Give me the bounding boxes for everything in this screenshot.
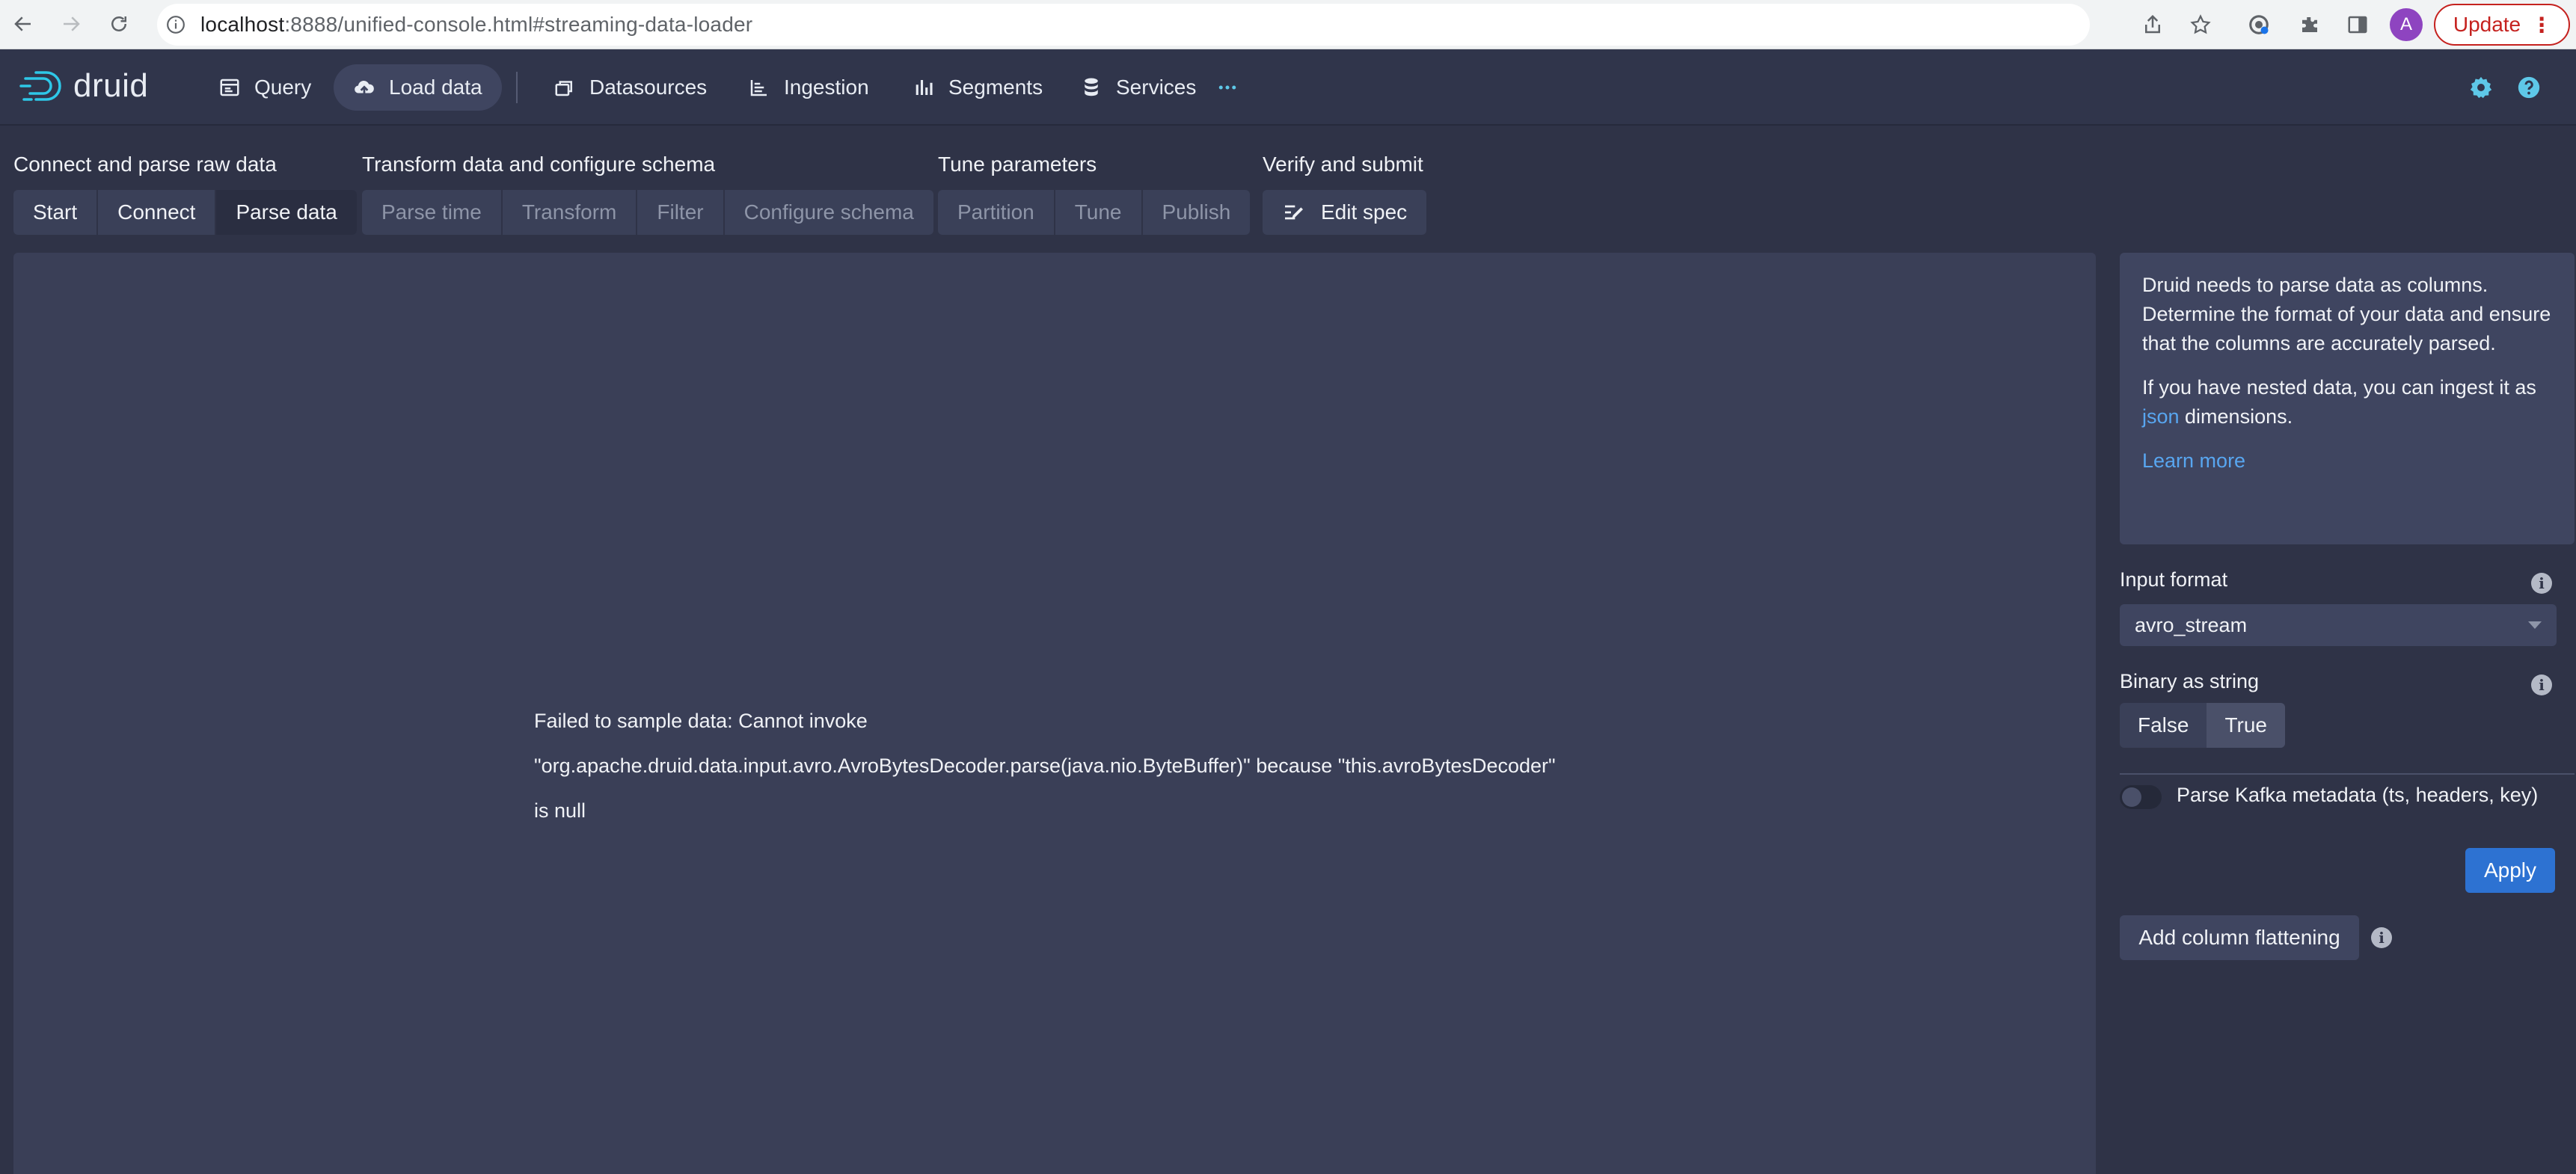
help-icon[interactable] (2515, 73, 2543, 102)
switch-knob (2122, 787, 2141, 807)
extensions-puzzle-icon[interactable] (2293, 8, 2326, 41)
step-group-connect: Connect and parse raw data Start Connect… (13, 150, 357, 235)
apply-button[interactable]: Apply (2465, 848, 2555, 893)
step-group-title: Transform data and configure schema (362, 153, 716, 176)
step-group-title: Verify and submit (1263, 153, 1423, 176)
caret-down-icon (2528, 621, 2542, 629)
step-edit-spec[interactable]: Edit spec (1263, 190, 1426, 235)
input-format-label: Input format (2120, 568, 2228, 591)
nav-ingestion[interactable]: Ingestion (729, 64, 889, 111)
browser-toolbar: localhost:8888/unified-console.html#stre… (0, 0, 2576, 49)
edit-spec-icon (1285, 205, 1303, 220)
side-panel-icon[interactable] (2341, 8, 2374, 41)
druid-logo[interactable]: druid (19, 67, 148, 105)
profile-avatar[interactable]: A (2390, 8, 2423, 41)
cloud-upload-icon (355, 80, 374, 95)
step-configure-schema[interactable]: Configure schema (725, 190, 933, 235)
json-link[interactable]: json (2142, 405, 2180, 428)
forward-icon[interactable] (54, 7, 88, 41)
query-icon (220, 79, 239, 96)
back-icon[interactable] (6, 7, 40, 41)
input-format-select[interactable]: avro_stream (2120, 604, 2557, 646)
kafka-metadata-label: Parse Kafka metadata (ts, headers, key) (2177, 784, 2539, 806)
kafka-metadata-switch[interactable] (2120, 785, 2162, 809)
step-parse-time[interactable]: Parse time (362, 190, 503, 235)
ellipsis-icon[interactable] (1206, 64, 1249, 111)
gear-icon[interactable] (2467, 73, 2495, 102)
info-icon[interactable]: i (2531, 674, 2552, 695)
logo-text: druid (73, 67, 149, 104)
extension-badge-icon[interactable] (2242, 8, 2275, 41)
section-divider (2120, 773, 2575, 775)
info-icon[interactable]: i (2531, 573, 2552, 594)
binary-as-string-label: Binary as string (2120, 670, 2260, 692)
info-icon[interactable]: i (2371, 927, 2392, 948)
step-publish[interactable]: Publish (1143, 190, 1251, 235)
nav-query[interactable]: Query (199, 64, 331, 111)
segments-icon (916, 80, 933, 95)
parse-data-info-callout: Druid needs to parse data as columns. De… (2120, 253, 2575, 544)
sample-data-panel: Failed to sample data: Cannot invoke "or… (13, 253, 2096, 1174)
step-transform[interactable]: Transform (503, 190, 638, 235)
step-group-title: Connect and parse raw data (13, 153, 277, 176)
learn-more-link[interactable]: Learn more (2142, 449, 2245, 472)
nav-divider (516, 72, 518, 103)
druid-header: druid Query Load data Datasources Ingest… (0, 49, 2576, 126)
step-connect[interactable]: Connect (98, 190, 217, 235)
nav-datasources[interactable]: Datasources (534, 64, 726, 111)
step-filter[interactable]: Filter (637, 190, 725, 235)
database-icon (1085, 78, 1098, 96)
add-column-flattening-button[interactable]: Add column flattening (2120, 915, 2359, 960)
binary-true-option[interactable]: True (2207, 703, 2286, 748)
ingestion-icon (750, 80, 767, 96)
step-group-title: Tune parameters (938, 153, 1097, 176)
step-parse-data[interactable]: Parse data (216, 190, 357, 235)
nav-segments[interactable]: Segments (893, 64, 1062, 111)
share-icon[interactable] (2136, 8, 2169, 41)
update-button[interactable]: Update ⋮ (2434, 4, 2570, 46)
binary-false-option[interactable]: False (2120, 703, 2207, 748)
step-group-tune: Tune parameters Partition Tune Publish (938, 150, 1251, 235)
nav-load-data[interactable]: Load data (334, 64, 502, 111)
step-group-transform: Transform data and configure schema Pars… (362, 150, 933, 235)
reload-icon[interactable] (102, 7, 136, 41)
step-start[interactable]: Start (13, 190, 99, 235)
step-group-verify: Verify and submit Edit spec (1263, 150, 1427, 235)
bookmark-star-icon[interactable] (2184, 8, 2217, 41)
url-text: localhost:8888/unified-console.html#stre… (200, 13, 753, 36)
sample-error-message: Failed to sample data: Cannot invoke "or… (534, 710, 1556, 822)
datasources-icon (555, 81, 572, 96)
site-info-icon[interactable] (166, 15, 185, 34)
step-tune[interactable]: Tune (1055, 190, 1143, 235)
step-partition[interactable]: Partition (938, 190, 1055, 235)
address-bar[interactable]: localhost:8888/unified-console.html#stre… (157, 4, 2090, 46)
binary-as-string-toggle: False True (2120, 703, 2286, 748)
nav-services[interactable]: Services (1061, 64, 1215, 111)
